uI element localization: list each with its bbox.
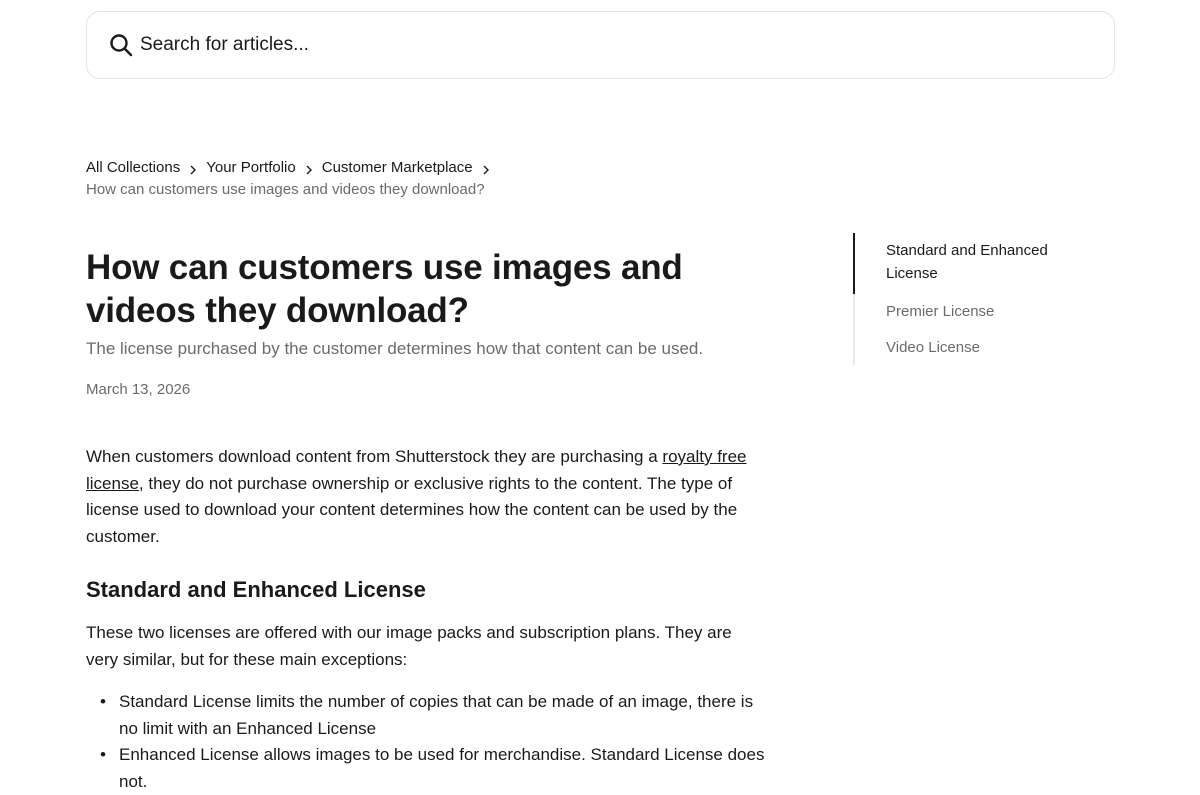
breadcrumb-current: How can customers use images and videos … [86, 181, 485, 198]
section-heading: Standard and Enhanced License [86, 577, 426, 602]
toc-item-premier[interactable]: Premier License [855, 300, 1093, 323]
search-icon [108, 32, 134, 58]
bullet-list: Standard License limits the number of co… [86, 689, 766, 795]
search-bar[interactable] [86, 11, 1115, 79]
page-title: How can customers use images and videos … [86, 248, 683, 330]
toc-item-standard-enhanced[interactable]: Standard and Enhanced License [853, 233, 1093, 294]
article-date: March 13, 2026 [86, 381, 191, 398]
table-of-contents: Standard and Enhanced License Premier Li… [853, 233, 1093, 365]
chevron-right-icon [305, 162, 313, 175]
intro-text: When customers download content from Shu… [86, 447, 663, 466]
search-input[interactable] [140, 34, 1040, 56]
intro-text-rest: , they do not purchase ownership or excl… [86, 473, 738, 546]
toc-item-video[interactable]: Video License [855, 336, 1093, 365]
breadcrumb-all-collections[interactable]: All Collections [86, 159, 180, 176]
breadcrumb-customer-marketplace[interactable]: Customer Marketplace [322, 159, 473, 176]
breadcrumb-your-portfolio[interactable]: Your Portfolio [206, 159, 296, 176]
article-header: How can customers use images and videos … [86, 246, 766, 398]
breadcrumb: All Collections Your Portfolio Customer … [86, 157, 786, 198]
section-paragraph: These two licenses are offered with our … [86, 623, 732, 669]
article-subtitle: The license purchased by the customer de… [86, 339, 704, 358]
chevron-right-icon [482, 162, 490, 175]
intro-paragraph: When customers download content from Shu… [86, 444, 766, 550]
chevron-right-icon [189, 162, 197, 175]
list-item: Standard License limits the number of co… [86, 689, 766, 742]
